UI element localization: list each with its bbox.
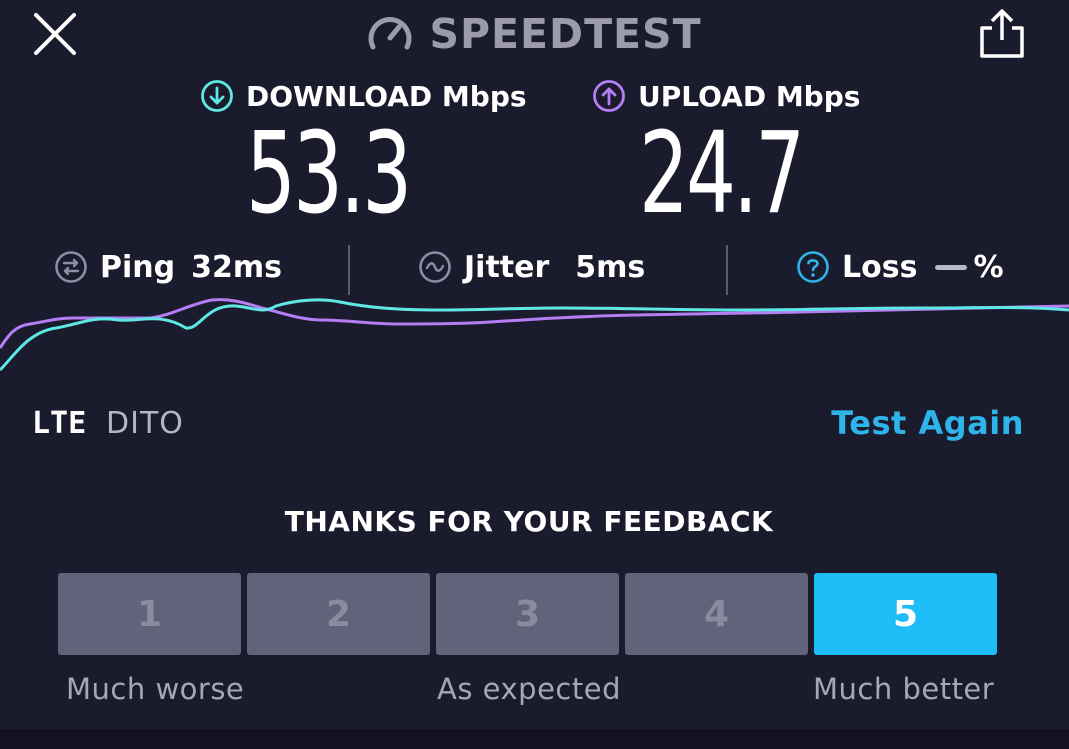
loss-stat[interactable]: Loss %	[796, 244, 1004, 290]
download-label: DOWNLOAD Mbps	[246, 79, 527, 113]
stats-divider	[348, 245, 350, 295]
test-again-button[interactable]: Test Again	[831, 404, 1024, 442]
bottom-strip	[0, 729, 1069, 749]
rating-button-4[interactable]: 4	[625, 573, 808, 655]
scale-label-high: Much better	[813, 672, 995, 706]
ping-stat: Ping 32ms	[54, 244, 282, 290]
rating-button-1[interactable]: 1	[58, 573, 241, 655]
stats-divider	[726, 245, 728, 295]
ping-icon	[55, 251, 87, 283]
loss-label: Loss	[842, 249, 918, 285]
speedometer-icon	[369, 17, 412, 50]
jitter-stat: Jitter 5ms	[418, 244, 645, 290]
network-type: LTE	[32, 406, 87, 441]
scale-label-mid: As expected	[437, 672, 621, 706]
speedtest-logo: SPEEDTEST	[0, 10, 1069, 58]
upload-arrow-icon	[593, 80, 625, 112]
speed-graph	[0, 298, 1069, 372]
carrier-name: DITO	[106, 406, 184, 441]
jitter-value: 5ms	[575, 249, 646, 285]
share-button[interactable]	[976, 8, 1028, 60]
loss-unit: %	[973, 249, 1004, 285]
rating-button-3[interactable]: 3	[436, 573, 619, 655]
ping-label: Ping	[100, 249, 176, 285]
speedtest-screen: SPEEDTEST DOWNLOAD Mbps UPLOAD Mbps 53.3…	[0, 0, 1069, 749]
download-arrow-icon	[201, 80, 233, 112]
feedback-title: THANKS FOR YOUR FEEDBACK	[284, 505, 774, 538]
rating-button-2[interactable]: 2	[247, 573, 430, 655]
download-value: 53.3	[246, 109, 412, 239]
upload-label: UPLOAD Mbps	[638, 79, 861, 113]
loss-empty-dash	[935, 264, 968, 270]
jitter-icon	[419, 251, 451, 283]
rating-row: 1 2 3 4 5	[58, 573, 998, 655]
scale-label-low: Much worse	[66, 672, 245, 706]
help-icon[interactable]	[796, 250, 830, 284]
logo-text: SPEEDTEST	[429, 10, 702, 58]
upload-value: 24.7	[639, 109, 805, 239]
share-icon	[980, 9, 1024, 58]
jitter-label: Jitter	[464, 249, 550, 285]
ping-value: 32ms	[191, 249, 282, 285]
rating-button-5[interactable]: 5	[814, 573, 997, 655]
